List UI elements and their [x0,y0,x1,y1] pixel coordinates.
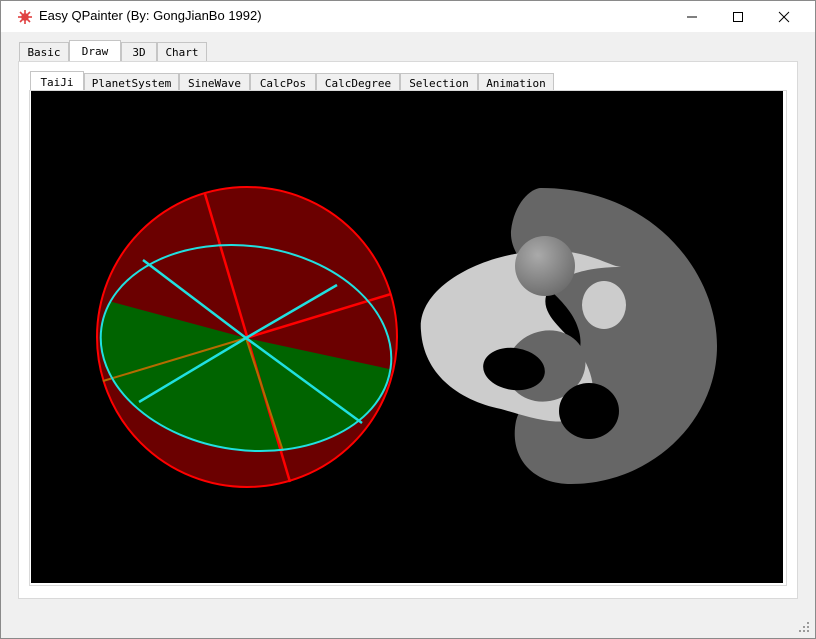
maximize-button[interactable] [715,1,761,32]
tab-basic[interactable]: Basic [19,42,69,61]
maximize-icon [733,11,743,22]
close-button[interactable] [761,1,807,32]
minimize-icon [687,16,697,17]
minimize-button[interactable] [669,1,715,32]
tab-chart[interactable]: Chart [157,42,207,61]
tab-draw[interactable]: Draw [69,40,121,62]
main-tab-bar: Basic Draw 3D Chart [19,40,219,62]
app-window: Easy QPainter (By: GongJianBo 1992) Basi… [0,0,816,639]
close-icon [778,11,790,22]
window-title: Easy QPainter (By: GongJianBo 1992) [39,8,262,23]
title-bar[interactable]: Easy QPainter (By: GongJianBo 1992) [1,1,815,32]
resize-grip-icon[interactable] [799,622,809,632]
drawing-canvas[interactable] [31,91,783,583]
app-logo-icon [18,10,32,24]
tab-3d[interactable]: 3D [121,42,157,61]
